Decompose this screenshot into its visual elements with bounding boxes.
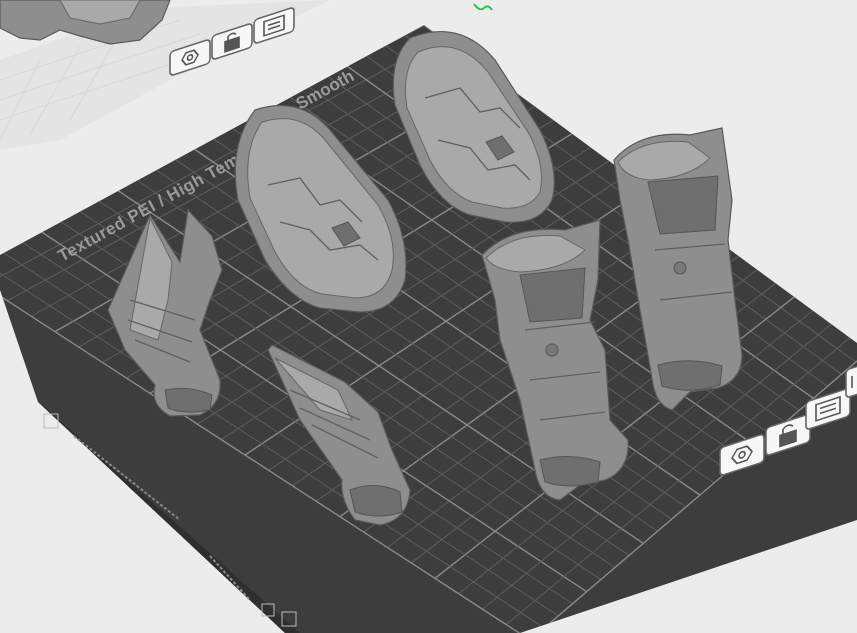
3d-viewport[interactable]: Textured PEI / High Temp Plate Smooth — [0, 0, 857, 633]
axis-marker — [473, 3, 493, 11]
